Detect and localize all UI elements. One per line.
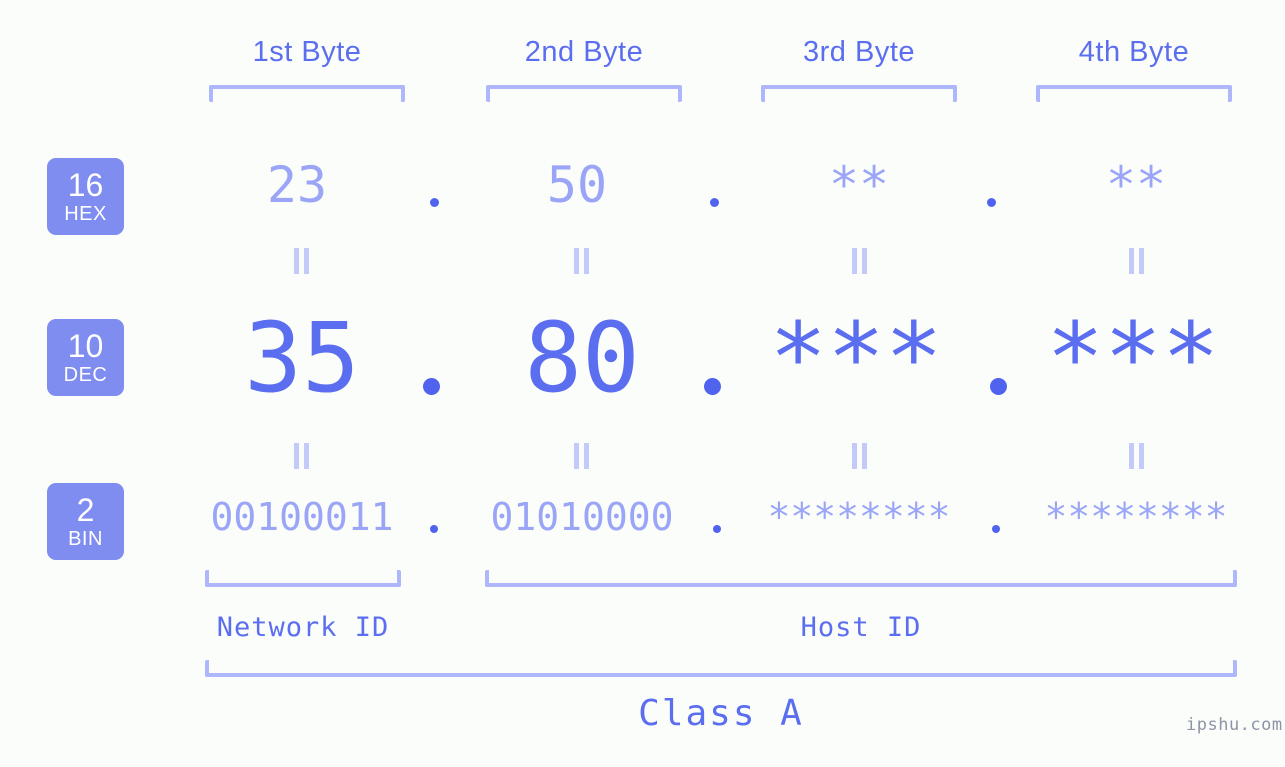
equals-mark-dec-bin-4 (1125, 443, 1147, 469)
byte-bracket-4 (1036, 85, 1232, 102)
ip-address-breakdown-diagram: 1st Byte 2nd Byte 3rd Byte 4th Byte 16 H… (0, 0, 1285, 767)
site-watermark: ipshu.com (1186, 715, 1283, 735)
dec-value-byte-1: 35 (244, 302, 360, 414)
bin-value-byte-2: 01010000 (490, 495, 674, 539)
bin-value-byte-4: ******** (1044, 495, 1228, 539)
base-badge-dec-number: 10 (67, 328, 104, 364)
base-badge-bin-number: 2 (76, 492, 95, 528)
equals-mark-hex-dec-1 (290, 248, 312, 274)
hex-dot-separator-3 (987, 198, 996, 207)
host-id-bracket (485, 570, 1237, 587)
bin-dot-separator-1 (430, 525, 438, 533)
byte-bracket-1 (209, 85, 405, 102)
equals-mark-dec-bin-3 (848, 443, 870, 469)
byte-bracket-3 (761, 85, 957, 102)
equals-mark-hex-dec-3 (848, 248, 870, 274)
byte-bracket-2 (486, 85, 682, 102)
equals-mark-hex-dec-4 (1125, 248, 1147, 274)
byte-header-1: 1st Byte (252, 36, 362, 68)
equals-mark-hex-dec-2 (570, 248, 592, 274)
network-id-bracket (205, 570, 401, 587)
dec-dot-separator-3 (990, 378, 1007, 395)
dec-dot-separator-1 (423, 378, 440, 395)
base-badge-dec-label: DEC (63, 364, 108, 386)
hex-value-byte-3: ** (828, 156, 890, 214)
equals-mark-dec-bin-2 (570, 443, 592, 469)
byte-header-2: 2nd Byte (524, 36, 644, 68)
dec-dot-separator-2 (704, 378, 721, 395)
equals-mark-dec-bin-1 (290, 443, 312, 469)
bin-dot-separator-2 (713, 525, 721, 533)
bin-value-byte-3: ******** (767, 495, 951, 539)
hex-value-byte-2: 50 (546, 156, 608, 214)
dec-value-byte-4: *** (1046, 302, 1220, 414)
dec-value-byte-3: *** (769, 302, 943, 414)
dec-value-byte-2: 80 (524, 302, 640, 414)
byte-header-3: 3rd Byte (803, 36, 915, 68)
base-badge-hex-label: HEX (64, 203, 107, 225)
hex-dot-separator-1 (430, 198, 439, 207)
hex-dot-separator-2 (710, 198, 719, 207)
byte-header-4: 4th Byte (1078, 36, 1190, 68)
base-badge-hex-number: 16 (67, 167, 104, 203)
base-badge-bin: 2 BIN (47, 483, 124, 560)
hex-value-byte-4: ** (1105, 156, 1167, 214)
class-bracket (205, 660, 1237, 677)
hex-value-byte-1: 23 (266, 156, 328, 214)
host-id-label: Host ID (800, 612, 922, 643)
bin-dot-separator-3 (992, 525, 1000, 533)
base-badge-dec: 10 DEC (47, 319, 124, 396)
network-id-label: Network ID (216, 612, 390, 643)
base-badge-bin-label: BIN (68, 528, 103, 550)
base-badge-hex: 16 HEX (47, 158, 124, 235)
class-label: Class A (638, 693, 804, 734)
bin-value-byte-1: 00100011 (210, 495, 394, 539)
